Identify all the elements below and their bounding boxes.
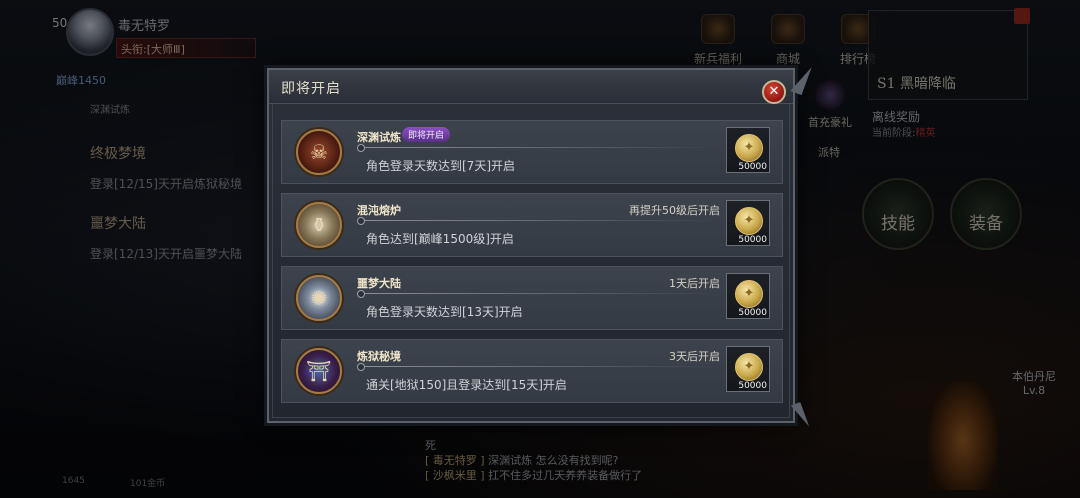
nightmare-icon: ✺ — [296, 275, 342, 321]
coin-icon — [735, 280, 763, 308]
dialog-header: 即将开启 — [269, 70, 793, 104]
divider — [357, 363, 720, 371]
divider — [357, 217, 720, 225]
feature-entry[interactable]: ⛩ 炼狱秘境 3天后开启 通关[地狱150]且登录达到[15天]开启 50000 — [281, 339, 783, 403]
feature-condition: 通关[地狱150]且登录达到[15天]开启 — [366, 378, 567, 392]
coming-soon-dialog: 即将开启 ✕ ☠ 深渊试炼 即将开启 角色登录天数达到[7天]开启 50000 … — [267, 62, 812, 430]
coin-icon — [735, 207, 763, 235]
feature-entry[interactable]: ✺ 噩梦大陆 1天后开启 角色登录天数达到[13天]开启 50000 — [281, 266, 783, 330]
forge-icon: ⚱ — [296, 202, 342, 248]
feature-condition: 角色登录天数达到[13天]开启 — [366, 305, 523, 319]
reward-slot[interactable]: 50000 — [726, 200, 770, 246]
divider — [357, 144, 720, 152]
dialog-title: 即将开启 — [281, 81, 341, 97]
reward-slot[interactable]: 50000 — [726, 346, 770, 392]
feature-name: 噩梦大陆 — [357, 277, 401, 290]
unlock-status: 3天后开启 — [669, 350, 720, 363]
feature-entry[interactable]: ⚱ 混沌熔炉 再提升50级后开启 角色达到[巅峰1500级]开启 50000 — [281, 193, 783, 257]
reward-amount: 50000 — [738, 381, 767, 391]
purgatory-icon: ⛩ — [296, 348, 342, 394]
reward-slot[interactable]: 50000 — [726, 273, 770, 319]
unlock-status: 再提升50级后开启 — [629, 204, 720, 217]
skull-emblem-icon: ☠ — [296, 129, 342, 175]
close-icon[interactable]: ✕ — [762, 80, 786, 104]
feature-condition: 角色达到[巅峰1500级]开启 — [366, 232, 514, 246]
reward-amount: 50000 — [738, 162, 767, 172]
reward-amount: 50000 — [738, 235, 767, 245]
coin-icon — [735, 134, 763, 162]
status-badge: 即将开启 — [402, 127, 451, 142]
feature-list: ☠ 深渊试炼 即将开启 角色登录天数达到[7天]开启 50000 ⚱ 混沌熔炉 … — [281, 120, 783, 412]
feature-name: 混沌熔炉 — [357, 204, 401, 217]
reward-slot[interactable]: 50000 — [726, 127, 770, 173]
coin-icon — [735, 353, 763, 381]
feature-name: 炼狱秘境 — [357, 350, 401, 363]
unlock-status: 1天后开启 — [669, 277, 720, 290]
feature-condition: 角色登录天数达到[7天]开启 — [366, 159, 515, 173]
divider — [357, 290, 720, 298]
feature-name: 深渊试炼 — [357, 131, 401, 144]
reward-amount: 50000 — [738, 308, 767, 318]
feature-entry[interactable]: ☠ 深渊试炼 即将开启 角色登录天数达到[7天]开启 50000 — [281, 120, 783, 184]
